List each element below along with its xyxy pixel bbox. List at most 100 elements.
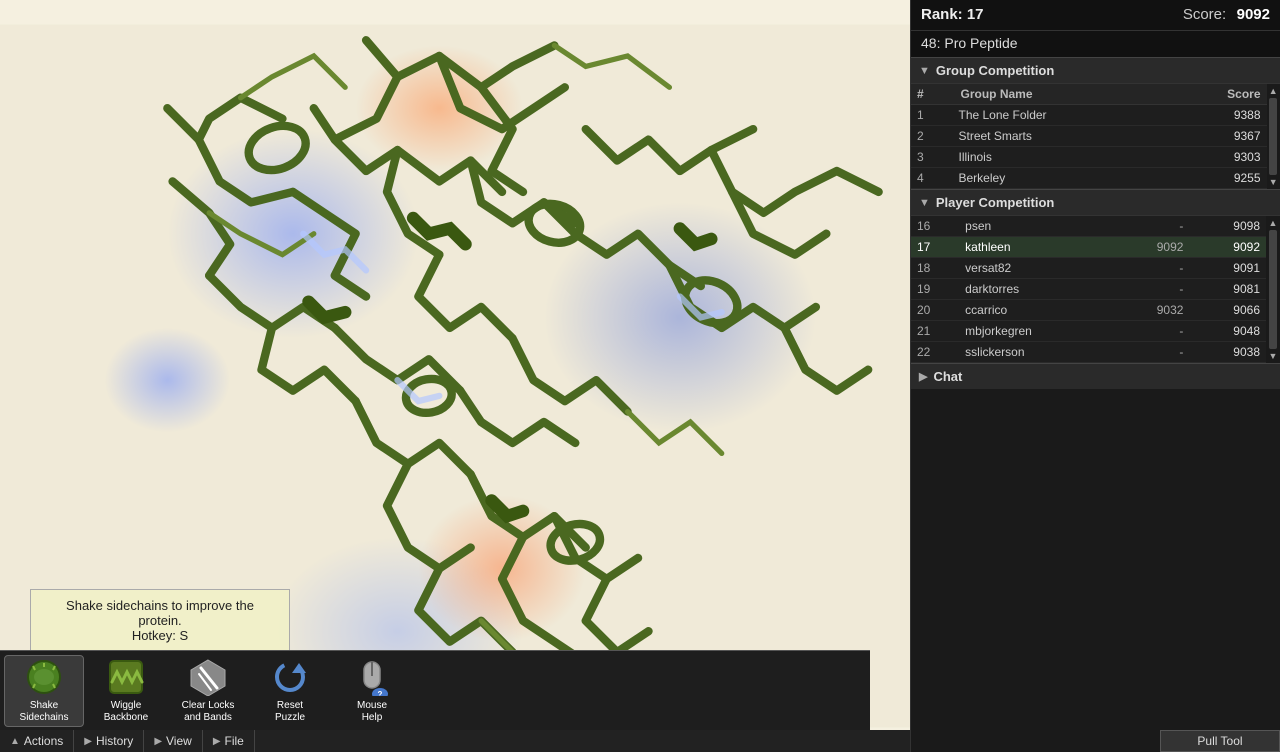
group-scroll-thumb [1269,98,1277,175]
player-table-row: 21 mbjorkegren - 9048 [911,321,1266,342]
group-score: 9303 [1168,147,1267,168]
file-menu[interactable]: ▶ File [203,730,255,752]
pull-tool-button[interactable]: Pull Tool [1160,730,1280,752]
group-scrollbar[interactable]: ▲ ▼ [1267,84,1280,189]
menubar: ▲ Actions ▶ History ▶ View ▶ File [0,730,910,752]
player-score: 9048 [1189,321,1266,342]
tooltip-line2: Hotkey: S [43,628,277,643]
group-competition-arrow: ▼ [919,65,930,77]
right-panel: Rank: 17 Score: 9092 48: Pro Peptide ▼ G… [910,0,1280,752]
player-name: mbjorkegren [961,321,1113,342]
player-score: 9038 [1189,342,1266,363]
player-group-score: - [1113,321,1190,342]
file-label: File [225,734,244,748]
player-competition-table: 16 psen - 9098 17 kathleen 9092 9092 18 … [911,216,1266,363]
player-rank: 22 [911,342,961,363]
group-table-row: 2 Street Smarts 9367 [911,126,1267,147]
wiggle-backbone-button[interactable]: WiggleBackbone [86,655,166,727]
rank-label: Rank: 17 [921,6,984,24]
shake-icon [24,658,64,696]
group-score: 9388 [1168,105,1267,126]
wiggle-icon [106,658,146,696]
reset-label: ResetPuzzle [275,700,305,724]
player-name: versat82 [961,258,1113,279]
shake-sidechains-button[interactable]: ShakeSidechains [4,655,84,727]
view-label: View [166,734,192,748]
player-table-row: 19 darktorres - 9081 [911,279,1266,300]
group-table-row: 4 Berkeley 9255 [911,168,1267,189]
group-rank: 3 [911,147,955,168]
player-score: 9092 [1189,237,1266,258]
player-group-score: - [1113,279,1190,300]
group-competition-table: # Group Name Score 1 The Lone Folder 938… [911,84,1267,189]
toolbar: ShakeSidechains WiggleBackbone [0,650,870,730]
player-score: 9081 [1189,279,1266,300]
chat-header[interactable]: ▶ Chat [911,363,1280,389]
player-rank: 16 [911,216,961,237]
group-scroll-up[interactable]: ▲ [1269,86,1278,96]
tooltip: Shake sidechains to improve the protein.… [30,589,290,652]
actions-menu[interactable]: ▲ Actions [0,730,74,752]
player-competition-title: Player Competition [936,195,1054,210]
mouse-icon: ? [352,658,392,696]
clear-icon [188,658,228,696]
player-scroll-thumb [1269,230,1277,349]
svg-text:?: ? [378,690,383,696]
player-competition-arrow: ▼ [919,197,930,209]
player-name: kathleen [961,237,1113,258]
group-rank: 2 [911,126,955,147]
player-scrollbar[interactable]: ▲ ▼ [1266,216,1280,363]
player-competition-table-container: 16 psen - 9098 17 kathleen 9092 9092 18 … [911,216,1280,363]
group-name: Street Smarts [955,126,1168,147]
view-menu[interactable]: ▶ View [144,730,203,752]
group-competition-header[interactable]: ▼ Group Competition [911,57,1280,84]
group-rank: 1 [911,105,955,126]
player-scroll-down[interactable]: ▼ [1269,351,1278,361]
player-group-score: 9032 [1113,300,1190,321]
score-col-header: Score [1168,84,1267,105]
puzzle-name: 48: Pro Peptide [911,31,1280,57]
group-score: 9367 [1168,126,1267,147]
score-display: Score: 9092 [1183,6,1270,24]
group-competition-table-container: # Group Name Score 1 The Lone Folder 938… [911,84,1280,189]
player-table-row: 17 kathleen 9092 9092 [911,237,1266,258]
clear-locks-button[interactable]: Clear Locksand Bands [168,655,248,727]
group-rank: 4 [911,168,955,189]
view-arrow: ▶ [154,736,162,747]
group-name: Illinois [955,147,1168,168]
chat-title: Chat [933,369,962,384]
history-menu[interactable]: ▶ History [74,730,144,752]
actions-label: Actions [24,734,63,748]
player-group-score: - [1113,258,1190,279]
mouse-help-button[interactable]: ? MouseHelp [332,655,412,727]
player-scroll-up[interactable]: ▲ [1269,218,1278,228]
group-scroll-down[interactable]: ▼ [1269,177,1278,187]
player-table-row: 22 sslickerson - 9038 [911,342,1266,363]
history-label: History [96,734,133,748]
wiggle-label: WiggleBackbone [104,700,148,724]
score-value: 9092 [1237,6,1270,23]
group-name: Berkeley [955,168,1168,189]
group-table-row: 3 Illinois 9303 [911,147,1267,168]
player-rank: 21 [911,321,961,342]
player-rank: 19 [911,279,961,300]
reset-puzzle-button[interactable]: ResetPuzzle [250,655,330,727]
player-rank: 17 [911,237,961,258]
history-arrow: ▶ [84,736,92,747]
player-competition-header[interactable]: ▼ Player Competition [911,189,1280,216]
player-group-score: 9092 [1113,237,1190,258]
player-group-score: - [1113,342,1190,363]
chat-arrow: ▶ [919,370,927,383]
clear-label: Clear Locksand Bands [182,700,235,724]
player-group-score: - [1113,216,1190,237]
mouse-label: MouseHelp [357,700,387,724]
player-score: 9066 [1189,300,1266,321]
rank-score-bar: Rank: 17 Score: 9092 [921,6,1270,24]
panel-header: Rank: 17 Score: 9092 [911,0,1280,31]
player-table-row: 18 versat82 - 9091 [911,258,1266,279]
group-competition-title: Group Competition [936,63,1054,78]
player-score: 9098 [1189,216,1266,237]
player-name: ccarrico [961,300,1113,321]
group-table-row: 1 The Lone Folder 9388 [911,105,1267,126]
player-score: 9091 [1189,258,1266,279]
